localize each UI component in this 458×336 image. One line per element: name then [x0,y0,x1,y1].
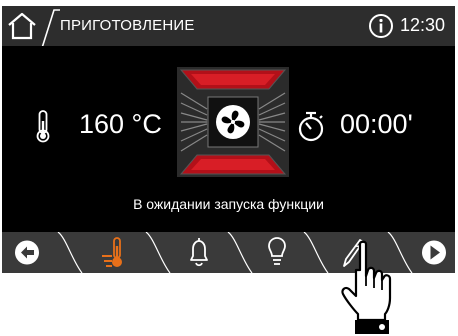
header-divider [41,9,60,46]
header-bar: ПРИГОТОВЛЕНИЕ 12:30 [2,6,455,46]
info-icon[interactable] [368,13,394,39]
status-message: В ожидании запуска функции [133,196,324,212]
clock-time: 12:30 [400,15,446,35]
nav-divider [57,232,83,273]
heating-thermometer-icon[interactable] [100,232,132,273]
nav-divider [145,232,171,273]
timer-value[interactable]: 00:00' [340,109,413,140]
page-title: ПРИГОТОВЛЕНИЕ [60,17,195,34]
stopwatch-icon[interactable] [296,110,326,142]
oven-fan-heating-icon [177,67,289,177]
pointing-hand-icon [341,240,392,334]
back-arrow-icon[interactable] [10,232,44,273]
nav-divider [227,232,253,273]
temperature-value[interactable]: 160 °C [79,109,162,140]
thermometer-icon[interactable] [34,109,52,143]
oven-display: ПРИГОТОВЛЕНИЕ 12:30 160 °C 00:00' В ожид… [2,6,455,273]
home-icon[interactable] [5,10,39,42]
nav-divider [303,232,329,273]
bell-icon[interactable] [184,232,214,273]
lightbulb-icon[interactable] [264,232,290,273]
play-icon[interactable] [418,232,450,273]
